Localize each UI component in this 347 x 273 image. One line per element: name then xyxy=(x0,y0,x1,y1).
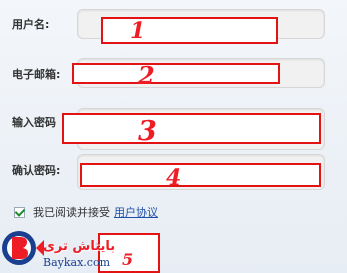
user-agreement-link[interactable]: 用户协议 xyxy=(114,204,158,220)
confirm-password-label: 确认密码: xyxy=(12,164,61,177)
watermark-url: Baykax.com xyxy=(43,256,110,269)
agreement-row: 我已阅读并接受 用户协议 xyxy=(14,204,158,220)
annotation-3: 3 xyxy=(138,116,157,147)
watermark-persian-text: بایتاش تری xyxy=(43,239,116,254)
annotation-2: 2 xyxy=(138,61,155,90)
registration-form: 用户名: 1 电子邮箱: 2 输入密码 3 确认密码: 4 我已阅读并接受 用户… xyxy=(0,0,347,273)
agree-checkbox[interactable] xyxy=(14,206,25,218)
password-redaction xyxy=(62,113,321,144)
username-label: 用户名: xyxy=(12,18,50,31)
agree-text: 我已阅读并接受 xyxy=(33,206,110,219)
annotation-1: 1 xyxy=(130,18,146,44)
email-label: 电子邮箱: xyxy=(12,68,61,81)
password-label: 输入密码 xyxy=(12,116,56,129)
username-redaction xyxy=(101,17,278,44)
annotation-4: 4 xyxy=(166,165,182,191)
confirm-password-redaction xyxy=(80,163,321,187)
email-redaction xyxy=(72,63,280,84)
